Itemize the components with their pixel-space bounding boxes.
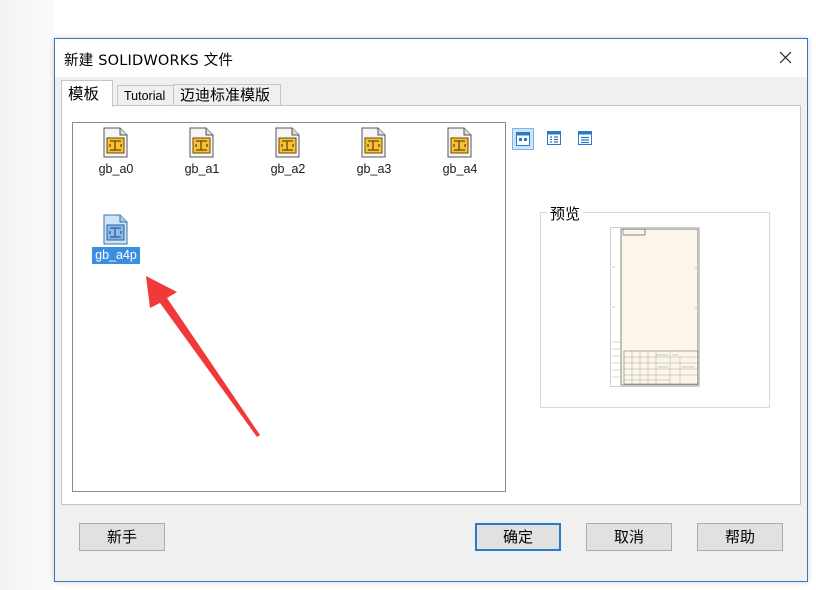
list-view-button[interactable]	[544, 128, 566, 150]
close-button[interactable]	[763, 39, 807, 77]
annotation-arrow	[146, 276, 260, 437]
dialog-title: 新建 SOLIDWORKS 文件	[64, 53, 234, 69]
template-item-gb-a0[interactable]: gb_a0	[81, 127, 151, 189]
template-item-gb-a1[interactable]: gb_a1	[167, 127, 237, 189]
template-name: gb_a4	[442, 162, 478, 176]
large-icons-view-icon	[516, 132, 530, 146]
desktop-background	[0, 0, 54, 590]
list-view-icon	[547, 131, 561, 145]
cancel-button[interactable]: 取消	[586, 523, 672, 551]
details-view-icon	[578, 131, 592, 145]
drawing-template-icon	[103, 127, 128, 158]
template-item-gb-a2[interactable]: gb_a2	[253, 127, 323, 189]
details-view-button[interactable]	[575, 128, 597, 150]
tab-tutorial[interactable]: Tutorial	[117, 85, 174, 105]
drawing-preview-image	[610, 227, 700, 387]
drawing-template-icon	[361, 127, 386, 158]
template-item-gb-a4p[interactable]: gb_a4p	[81, 214, 151, 276]
template-name: gb_a2	[270, 162, 306, 176]
template-name: gb_a4p	[92, 247, 140, 264]
tab-templates[interactable]: 模板	[61, 80, 113, 107]
template-item-gb-a4[interactable]: gb_a4	[425, 127, 495, 189]
ok-button[interactable]: 确定	[475, 523, 561, 551]
tab-maidi-standard-templates[interactable]: 迈迪标准模版	[173, 84, 281, 105]
drawing-template-icon	[275, 127, 300, 158]
template-item-gb-a3[interactable]: gb_a3	[339, 127, 409, 189]
template-name: gb_a0	[98, 162, 134, 176]
help-button[interactable]: 帮助	[697, 523, 783, 551]
preview-label: 预览	[547, 203, 584, 224]
template-name: gb_a3	[356, 162, 392, 176]
preview-group: 预览	[540, 203, 770, 408]
close-icon	[779, 51, 792, 64]
drawing-template-icon	[189, 127, 214, 158]
drawing-template-icon	[103, 214, 128, 245]
template-name: gb_a1	[184, 162, 220, 176]
dialog-titlebar: 新建 SOLIDWORKS 文件	[55, 39, 807, 77]
drawing-template-icon	[447, 127, 472, 158]
large-icons-view-button[interactable]	[512, 128, 534, 150]
novice-button[interactable]: 新手	[79, 523, 165, 551]
